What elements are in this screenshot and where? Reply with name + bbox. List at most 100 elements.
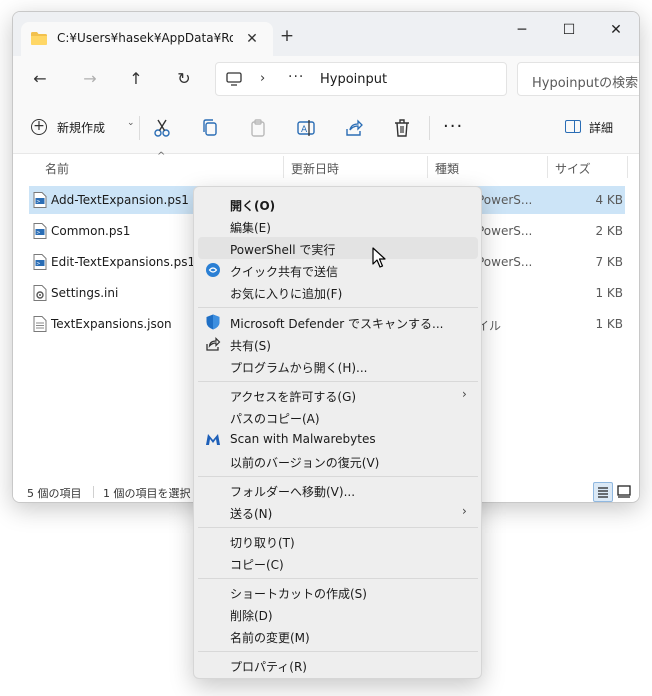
menu-item-label: 名前の変更(M) [230, 631, 310, 645]
menu-item-open[interactable]: 開く(O) [198, 193, 478, 215]
menu-item-label: PowerShell で実行 [230, 243, 336, 257]
breadcrumb-overflow-button[interactable]: ··· [288, 69, 304, 85]
menu-item-nearby-share[interactable]: クイック共有で送信 [198, 259, 478, 281]
forward-button[interactable]: → [79, 68, 101, 90]
column-divider[interactable] [427, 156, 428, 178]
paste-button[interactable] [247, 117, 269, 139]
menu-separator [198, 381, 478, 382]
menu-separator [198, 578, 478, 579]
menu-item-label: 削除(D) [230, 609, 273, 623]
close-window-button[interactable]: ✕ [601, 18, 631, 42]
menu-item-label: クイック共有で送信 [230, 265, 339, 279]
menu-item-label: 共有(S) [230, 339, 271, 353]
file-size: 1 KB [595, 317, 623, 331]
menu-item-label: ショートカットの作成(S) [230, 587, 367, 601]
svg-text:A: A [301, 125, 308, 135]
defender-shield-icon [206, 314, 220, 330]
menu-item-copy-path[interactable]: パスのコピー(A) [198, 406, 478, 428]
file-type: PowerS... [477, 255, 533, 269]
column-divider[interactable] [627, 156, 628, 178]
details-view-button[interactable] [593, 482, 613, 502]
menu-item-malwarebytes[interactable]: Scan with Malwarebytes [198, 428, 478, 450]
menu-item-restore-versions[interactable]: 以前のバージョンの復元(V) [198, 450, 478, 472]
file-name: Edit-TextExpansions.ps1 [51, 255, 196, 269]
file-size: 2 KB [595, 224, 623, 238]
tab-current-folder[interactable]: C:¥Users¥hasek¥AppData¥Roaming ✕ [21, 22, 273, 56]
menu-item-rename[interactable]: 名前の変更(M) [198, 625, 478, 647]
menu-item-share[interactable]: 共有(S) [198, 333, 478, 355]
rename-button[interactable]: A [295, 117, 317, 139]
text-file-icon [33, 316, 47, 332]
menu-item-create-shortcut[interactable]: ショートカットの作成(S) [198, 581, 478, 603]
navigation-bar: ← → ↑ ↻ › ··· Hypoinput Hypoinputの検索 [13, 56, 639, 102]
delete-button[interactable] [391, 117, 413, 139]
file-name: Add-TextExpansion.ps1 [51, 193, 189, 207]
maximize-button[interactable]: ☐ [554, 18, 584, 42]
column-header-type[interactable]: 種類 [435, 160, 459, 177]
file-name: Common.ps1 [51, 224, 131, 238]
search-input[interactable]: Hypoinputの検索 [517, 62, 639, 96]
column-header-size[interactable]: サイズ [555, 160, 591, 177]
menu-item-label: お気に入りに追加(F) [230, 287, 343, 301]
menu-item-defender-scan[interactable]: Microsoft Defender でスキャンする... [198, 311, 478, 333]
address-bar[interactable]: › ··· Hypoinput [215, 62, 507, 96]
menu-separator [198, 307, 478, 308]
folder-icon [31, 32, 47, 45]
menu-item-label: Microsoft Defender でスキャンする... [230, 317, 444, 331]
new-label: 新規作成 [57, 121, 106, 135]
menu-item-edit[interactable]: 編集(E) [198, 215, 478, 237]
copy-icon [203, 119, 217, 136]
menu-separator [198, 527, 478, 528]
menu-item-add-favorites[interactable]: お気に入りに追加(F) [198, 281, 478, 303]
up-button[interactable]: ↑ [125, 68, 147, 90]
more-options-button[interactable]: ··· [443, 116, 463, 137]
column-header-date[interactable]: 更新日時 [291, 160, 339, 177]
details-label: 詳細 [589, 121, 614, 135]
file-size: 7 KB [595, 255, 623, 269]
command-bar: + 新規作成 ⌄ A ··· 詳細 [13, 102, 639, 154]
svg-text:>_: >_ [36, 230, 43, 236]
menu-item-run-powershell[interactable]: PowerShell で実行 [198, 237, 478, 259]
selection-count: 1 個の項目を選択 [103, 487, 191, 500]
refresh-button[interactable]: ↻ [173, 68, 195, 90]
breadcrumb-current[interactable]: Hypoinput [320, 72, 387, 87]
menu-item-give-access[interactable]: アクセスを許可する(G) › [198, 384, 478, 406]
column-divider[interactable] [547, 156, 548, 178]
ps1-file-icon: >_ [33, 223, 47, 239]
new-tab-button[interactable]: + [277, 26, 297, 46]
thumbnail-view-button[interactable] [615, 482, 635, 502]
ps1-file-icon: >_ [33, 192, 47, 208]
back-button[interactable]: ← [29, 68, 51, 90]
item-count: 5 個の項目 [27, 487, 82, 500]
menu-item-open-with[interactable]: プログラムから開く(H)... [198, 355, 478, 377]
tab-close-icon[interactable]: ✕ [243, 30, 261, 48]
copy-button[interactable] [199, 117, 221, 139]
menu-item-properties[interactable]: プロパティ(R) [198, 654, 478, 676]
submenu-arrow-icon: › [462, 504, 467, 518]
breadcrumb-chevron-icon[interactable]: › [260, 71, 265, 86]
cut-button[interactable] [151, 117, 173, 139]
menu-item-send-to[interactable]: 送る(N) › [198, 501, 478, 523]
menu-item-label: パスのコピー(A) [230, 412, 320, 426]
trash-icon [395, 119, 409, 137]
share-button[interactable] [343, 117, 365, 139]
column-divider[interactable] [283, 156, 284, 178]
list-view-icon [598, 487, 608, 498]
menu-item-label: 送る(N) [230, 507, 273, 521]
column-header-name[interactable]: 名前 [45, 160, 69, 177]
tiles-view-icon [617, 485, 631, 498]
plus-icon: + [31, 119, 47, 135]
rename-icon: A [297, 120, 315, 136]
menu-item-label: 開く(O) [230, 199, 276, 213]
menu-item-cut[interactable]: 切り取り(T) [198, 530, 478, 552]
toolbar-divider [139, 116, 140, 140]
scissors-icon [154, 119, 170, 137]
nearby-share-icon [206, 263, 220, 277]
menu-item-move-to-folder[interactable]: フォルダーへ移動(V)... [198, 479, 478, 501]
menu-item-label: 切り取り(T) [230, 536, 295, 550]
menu-item-copy[interactable]: コピー(C) [198, 552, 478, 574]
tab-label: C:¥Users¥hasek¥AppData¥Roaming [57, 31, 233, 45]
minimize-button[interactable]: ─ [507, 18, 537, 42]
menu-item-delete[interactable]: 削除(D) [198, 603, 478, 625]
menu-item-label: 以前のバージョンの復元(V) [230, 456, 380, 470]
